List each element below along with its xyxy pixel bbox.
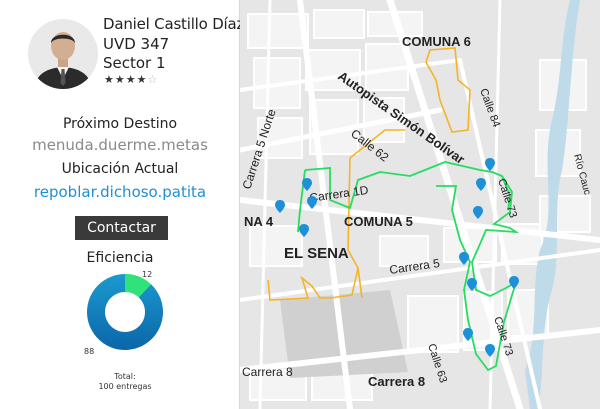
driver-rating: ★★★★☆: [104, 73, 158, 86]
route-map[interactable]: COMUNA 6 Autopista Simón Bolívar Carrera…: [240, 0, 600, 409]
efficiency-title: Eficiencia: [86, 250, 154, 266]
donut-slice-88: [86, 274, 163, 350]
next-destination-label: Próximo Destino: [62, 116, 178, 132]
label-carrera-8-west: Carrera 8: [242, 365, 293, 379]
contact-button[interactable]: Contactar: [75, 216, 168, 240]
total-label: Total:: [114, 372, 136, 381]
total-value: 100 entregas: [98, 382, 152, 391]
current-location-label: Ubicación Actual: [61, 161, 179, 177]
driver-name: Daniel Castillo Díaz: [103, 15, 245, 33]
rating-stars-empty: ☆: [147, 73, 159, 86]
label-comuna-6: COMUNA 6: [402, 34, 471, 49]
driver-unit: UVD 347: [103, 35, 170, 53]
driver-avatar: [28, 19, 98, 89]
label-el-sena: EL SENA: [284, 245, 349, 262]
label-comuna-5: COMUNA 5: [344, 214, 413, 229]
driver-sector: Sector 1: [103, 54, 166, 72]
efficiency-label-small: 12: [142, 270, 153, 279]
next-destination-value: menuda.duerme.metas: [32, 136, 208, 154]
efficiency-label-large: 88: [84, 347, 95, 356]
label-carrera-8: Carrera 8: [368, 374, 425, 389]
efficiency-total: Total: 100 entregas: [60, 372, 190, 392]
efficiency-donut-chart: [86, 274, 163, 350]
driver-panel: Daniel Castillo Díaz UVD 347 Sector 1 ★★…: [0, 0, 244, 409]
current-location-value: repoblar.dichoso.patita: [33, 183, 207, 201]
rating-stars-filled: ★★★★: [104, 73, 148, 86]
label-comuna-4: NA 4: [244, 214, 274, 229]
